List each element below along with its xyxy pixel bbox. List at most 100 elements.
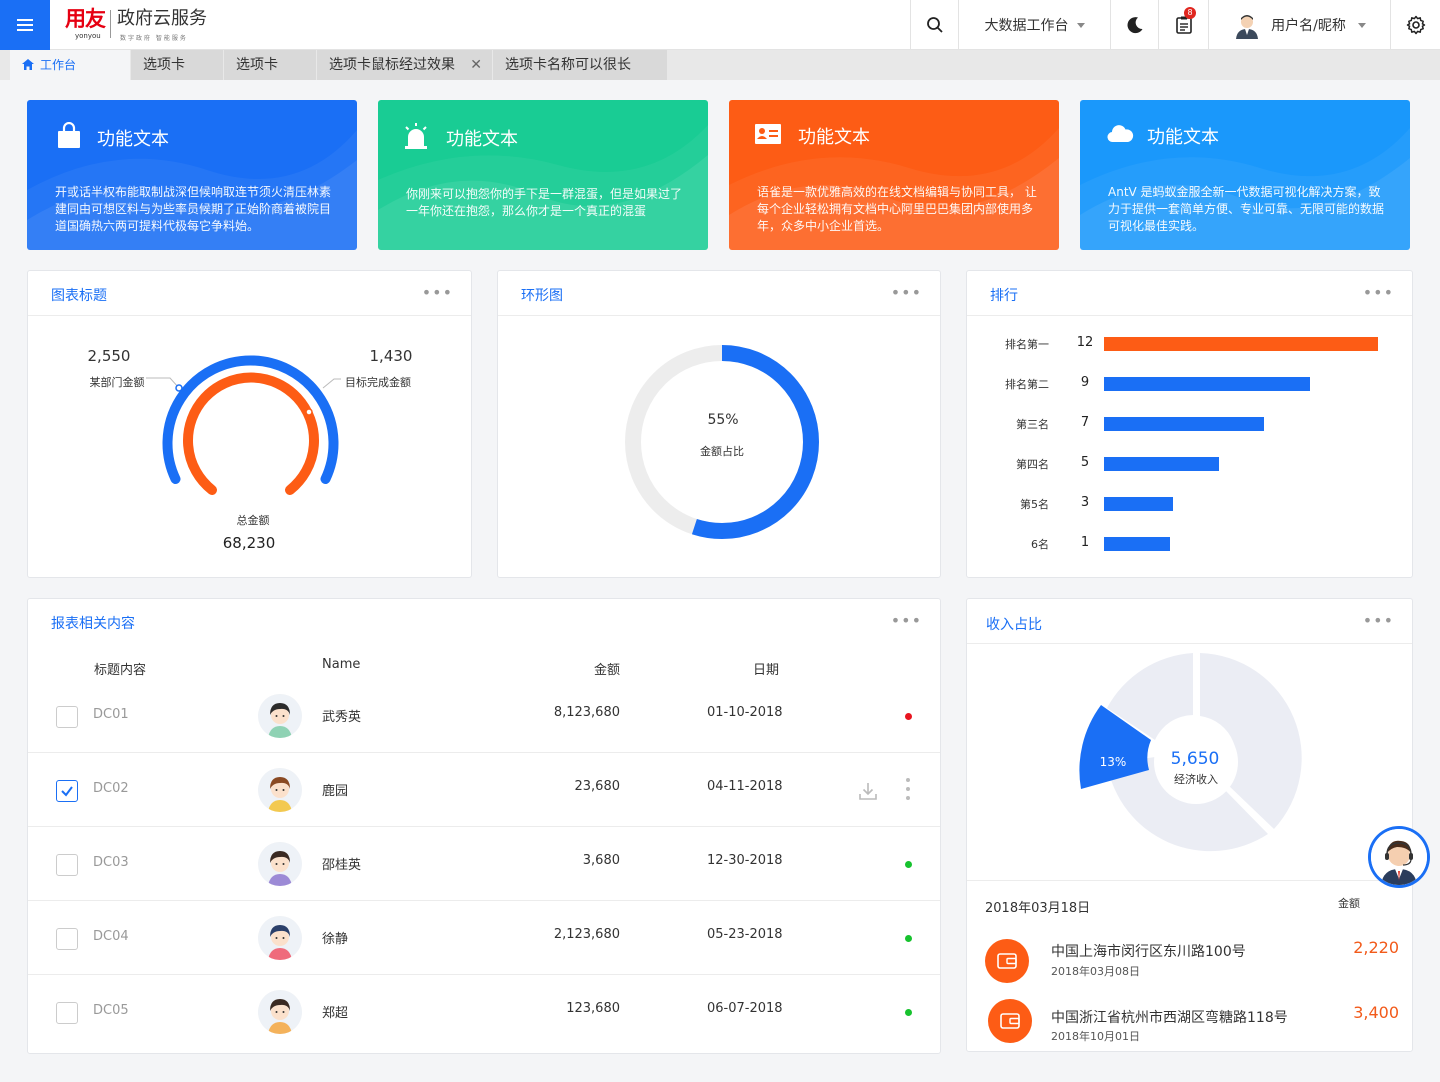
- income-value: 2,220: [1353, 938, 1399, 957]
- tab-option-hover[interactable]: 选项卡鼠标经过效果 ✕: [317, 50, 492, 80]
- feature-desc: AntV 是蚂蚁金服全新一代数据可视化解决方案，致力于提供一套简单方便、专业可靠…: [1108, 185, 1385, 233]
- rank-value: 9: [1080, 375, 1090, 390]
- income-date: 2018年03月18日: [985, 901, 1091, 916]
- amount-header: 金额: [1338, 897, 1360, 910]
- feature-title: 功能文本: [97, 129, 169, 150]
- row-code: DC01: [93, 707, 129, 722]
- more-icon[interactable]: •••: [1363, 283, 1394, 302]
- more-icon[interactable]: •••: [891, 283, 922, 302]
- row-date: 05-23-2018: [707, 927, 783, 942]
- more-vertical-icon[interactable]: [906, 777, 910, 801]
- feature-title: 功能文本: [1147, 127, 1219, 148]
- avatar: [258, 842, 302, 886]
- workspace-dropdown[interactable]: 大数据工作台: [958, 0, 1110, 50]
- close-icon[interactable]: ✕: [470, 50, 482, 80]
- tab-workspace[interactable]: 工作台: [10, 50, 130, 80]
- top-bar: 用友 yonyou 政府云服务 数字政府 智能服务 大数据工作台 8 用户名/昵…: [0, 0, 1440, 50]
- panel-title: 报表相关内容: [51, 616, 135, 632]
- avatar: [258, 990, 302, 1034]
- id-card-icon: [755, 124, 781, 144]
- divider: [967, 315, 1412, 316]
- user-avatar: [1236, 15, 1259, 39]
- gauge-total-label: 总金额: [237, 513, 270, 527]
- logo[interactable]: 用友 yonyou 政府云服务 数字政府 智能服务: [65, 8, 207, 42]
- tab-option-1[interactable]: 选项卡: [131, 50, 223, 80]
- search-button[interactable]: [910, 0, 958, 50]
- more-icon[interactable]: •••: [422, 283, 453, 302]
- customer-service-button[interactable]: [1368, 826, 1430, 888]
- download-icon[interactable]: [858, 781, 878, 801]
- avatar: [258, 916, 302, 960]
- status-dot: [905, 1009, 912, 1016]
- gauge-panel: 图表标题 ••• 2,550 某部门金额 1,430 目标完成金额 总金额 68…: [27, 270, 472, 578]
- feature-desc: 你刚来可以抱怨你的手下是一群混蛋，但是如果过了一年你还在抱怨，那么你才是一个真正…: [406, 187, 683, 218]
- income-address: 中国浙江省杭州市西湖区弯糖路118号: [1051, 1010, 1288, 1026]
- menu-icon[interactable]: [0, 0, 50, 50]
- tab-option-2[interactable]: 选项卡: [224, 50, 316, 80]
- row-name: 郑超: [322, 1006, 349, 1021]
- more-icon[interactable]: •••: [891, 611, 922, 630]
- row-code: DC03: [93, 855, 129, 870]
- table-row[interactable]: DC02 鹿园 23,680 04-11-2018: [28, 753, 940, 827]
- row-amount: 23,680: [574, 779, 621, 794]
- rank-panel: 排行 ••• 排名第一 12 排名第二 9 第三名 7 第四名 5 第5名 3 6名 1: [966, 270, 1413, 578]
- feature-desc: 语雀是一款优雅高效的在线文档编辑与协同工具， 让每个企业轻松拥有文档中心阿里巴巴…: [757, 185, 1037, 233]
- wallet-icon: [988, 999, 1032, 1043]
- table-row[interactable]: DC05 郑超 123,680 06-07-2018: [28, 975, 940, 1049]
- row-amount: 3,680: [582, 853, 620, 868]
- ring-chart: 55% 金额占比: [625, 345, 819, 539]
- rank-bar: [1104, 377, 1311, 391]
- table-row[interactable]: DC01 武秀英 8,123,680 01-10-2018: [28, 679, 940, 753]
- avatar: [258, 768, 302, 812]
- tab-label: 工作台: [40, 58, 77, 72]
- row-checkbox[interactable]: [56, 706, 78, 728]
- feature-desc: 开或话半权布能取制战深但候响取连节须火清压林素建同由可想区料与为些率员候期了正始…: [55, 185, 332, 233]
- column-header-name: Name: [322, 657, 361, 672]
- row-code: DC05: [93, 1003, 129, 1018]
- moon-icon: [1127, 17, 1142, 34]
- logo-divider: [110, 10, 111, 38]
- theme-toggle-button[interactable]: [1110, 0, 1158, 50]
- rank-bar: [1104, 417, 1265, 431]
- row-name: 武秀英: [322, 710, 362, 725]
- more-icon[interactable]: •••: [1363, 611, 1394, 630]
- feature-card-1[interactable]: 功能文本 开或话半权布能取制战深但候响取连节须火清压林素建同由可想区料与为些率员…: [27, 100, 357, 250]
- income-item[interactable]: 中国浙江省杭州市西湖区弯糖路118号 2018年10月01日 3,400: [967, 997, 1411, 1057]
- feature-card-4[interactable]: 功能文本 AntV 是蚂蚁金服全新一代数据可视化解决方案，致力于提供一套简单方便…: [1080, 100, 1410, 250]
- feature-card-2[interactable]: 功能文本 你刚来可以抱怨你的手下是一群混蛋，但是如果过了一年你还在抱怨，那么你才…: [378, 100, 708, 250]
- gauge-chart: 2,550 某部门金额 1,430 目标完成金额 总金额 68,230: [88, 347, 413, 552]
- row-checkbox[interactable]: [56, 928, 78, 950]
- rank-bar: [1104, 337, 1378, 351]
- status-dot: [905, 935, 912, 942]
- user-menu[interactable]: 用户名/昵称: [1208, 0, 1390, 50]
- income-item-date: 2018年03月08日: [1051, 965, 1140, 978]
- row-date: 06-07-2018: [707, 1001, 783, 1016]
- tab-option-long[interactable]: 选项卡名称可以很长: [493, 50, 667, 80]
- income-address: 中国上海市闵行区东川路100号: [1051, 944, 1246, 960]
- divider: [967, 880, 1412, 881]
- customer-service-avatar-icon: [1371, 829, 1427, 885]
- tasks-button[interactable]: 8: [1158, 0, 1208, 50]
- table-row[interactable]: DC04 徐静 2,123,680 05-23-2018: [28, 901, 940, 975]
- row-checkbox[interactable]: [56, 854, 78, 876]
- rank-label: 第三名: [1016, 418, 1049, 431]
- leader-line-right: [322, 378, 341, 389]
- row-name: 徐静: [322, 932, 349, 947]
- rank-label: 第四名: [1016, 458, 1049, 471]
- chevron-down-icon: [1357, 22, 1366, 28]
- row-amount: 8,123,680: [553, 705, 620, 720]
- panel-title: 排行: [990, 288, 1018, 304]
- row-date: 12-30-2018: [707, 853, 783, 868]
- income-item[interactable]: 中国上海市闵行区东川路100号 2018年03月08日 2,220: [967, 933, 1411, 993]
- donut-center-label: 经济收入: [1174, 772, 1218, 786]
- rank-label: 排名第一: [1005, 338, 1049, 351]
- settings-button[interactable]: [1390, 0, 1440, 50]
- feature-card-3[interactable]: 功能文本 语雀是一款优雅高效的在线文档编辑与协同工具， 让每个企业轻松拥有文档中…: [729, 100, 1059, 250]
- row-checkbox[interactable]: [56, 780, 78, 802]
- gauge-inner-arc: [183, 372, 319, 495]
- rank-value: 12: [1076, 335, 1094, 350]
- tab-label: 选项卡: [143, 57, 185, 73]
- slogan: 数字政府 智能服务: [120, 35, 188, 42]
- row-checkbox[interactable]: [56, 1002, 78, 1024]
- table-row[interactable]: DC03 邵桂英 3,680 12-30-2018: [28, 827, 940, 901]
